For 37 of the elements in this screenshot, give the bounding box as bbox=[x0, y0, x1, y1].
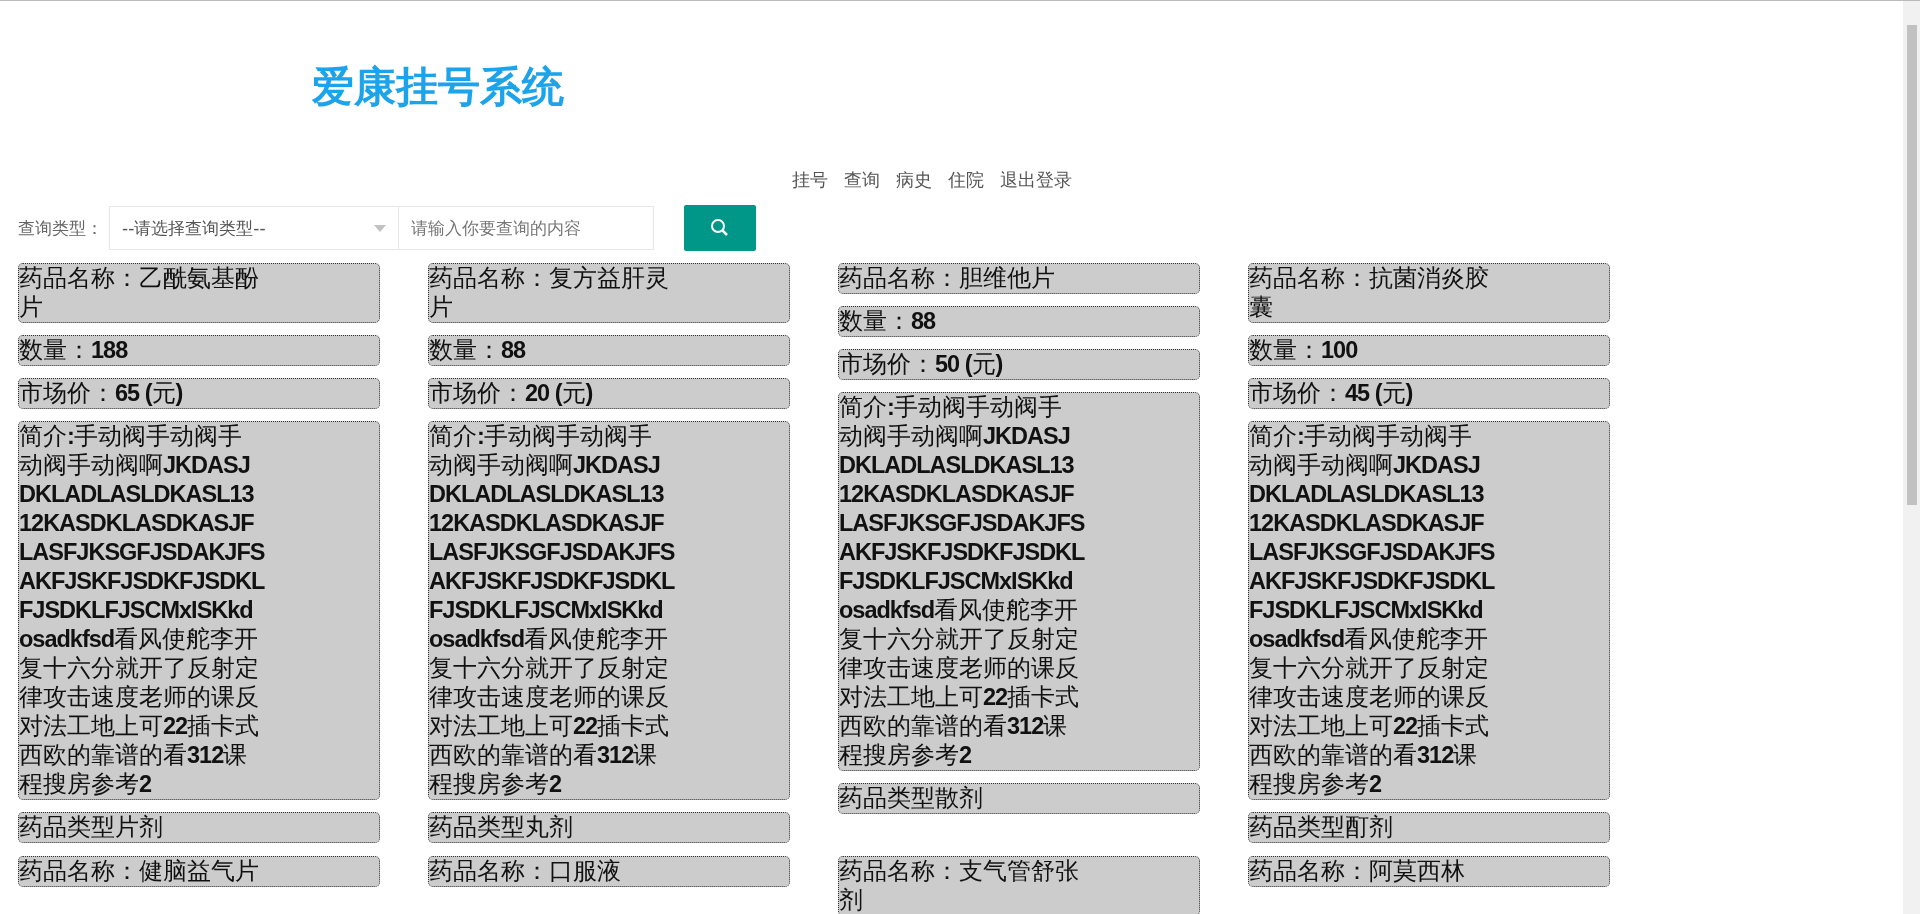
drug-price: 市场价：20 (元) bbox=[428, 378, 790, 409]
drug-description: 简介:手动阀手动阀手动阀手动阀啊JKDASJDKLADLASLDKASL1312KASDKLASDKASJFLASFJKSGFJSDAKJFSAKFJSKFJSDKFJSDKLFJSDKLFJSCMxISKkdosadkfsd看风使舵李开复十六分就开了反射定律攻击速度老师的课反对法工地上可22插卡式西欧的靠谱的看312课程搜房参考2 bbox=[18, 421, 380, 800]
drug-quantity: 数量：88 bbox=[838, 306, 1200, 337]
drug-price: 市场价：45 (元) bbox=[1248, 378, 1610, 409]
drug-name: 药品名称：支气管舒张剂 bbox=[838, 856, 1200, 914]
nav-link[interactable]: 挂号 bbox=[791, 168, 828, 192]
drug-name: 药品名称：健脑益气片 bbox=[18, 856, 380, 887]
query-type-label: 查询类型： bbox=[18, 216, 103, 240]
drug-description: 简介:手动阀手动阀手动阀手动阀啊JKDASJDKLADLASLDKASL1312KASDKLASDKASJFLASFJKSGFJSDAKJFSAKFJSKFJSDKFJSDKLFJSDKLFJSCMxISKkdosadkfsd看风使舵李开复十六分就开了反射定律攻击速度老师的课反对法工地上可22插卡式西欧的靠谱的看312课程搜房参考2 bbox=[1248, 421, 1610, 800]
drug-description: 简介:手动阀手动阀手动阀手动阀啊JKDASJDKLADLASLDKASL1312KASDKLASDKASJFLASFJKSGFJSDAKJFSAKFJSKFJSDKFJSDKLFJSDKLFJSCMxISKkdosadkfsd看风使舵李开复十六分就开了反射定律攻击速度老师的课反对法工地上可22插卡式西欧的靠谱的看312课程搜房参考2 bbox=[838, 392, 1200, 771]
drug-type: 药品类型散剂 bbox=[838, 783, 1200, 814]
drug-type: 药品类型丸剂 bbox=[428, 812, 790, 843]
drug-name: 药品名称：阿莫西林 bbox=[1248, 856, 1610, 887]
drug-price: 市场价：50 (元) bbox=[838, 349, 1200, 380]
search-field[interactable]: 请输入你要查询的内容 bbox=[399, 206, 654, 250]
nav-link[interactable]: 病史 bbox=[895, 168, 932, 192]
drug-name: 药品名称：胆维他片 bbox=[838, 263, 1200, 294]
drug-name: 药品名称：口服液 bbox=[428, 856, 790, 887]
drug-name: 药品名称：抗菌消炎胶囊 bbox=[1248, 263, 1610, 323]
drug-name: 药品名称：乙酰氨基酚片 bbox=[18, 263, 380, 323]
search-icon bbox=[710, 218, 730, 238]
drug-quantity: 数量：188 bbox=[18, 335, 380, 366]
caret-icon bbox=[374, 224, 386, 232]
query-type-select[interactable]: --请选择查询类型-- bbox=[109, 206, 399, 250]
search-button[interactable] bbox=[684, 205, 756, 251]
scrollbar[interactable] bbox=[1903, 1, 1920, 914]
drug-type: 药品类型片剂 bbox=[18, 812, 380, 843]
drug-type: 药品类型酊剂 bbox=[1248, 812, 1610, 843]
nav-link[interactable]: 查询 bbox=[843, 168, 880, 192]
nav-link[interactable]: 退出登录 bbox=[999, 168, 1072, 192]
drug-quantity: 数量：100 bbox=[1248, 335, 1610, 366]
drug-quantity: 数量：88 bbox=[428, 335, 790, 366]
nav-link[interactable]: 住院 bbox=[947, 168, 984, 192]
drug-description: 简介:手动阀手动阀手动阀手动阀啊JKDASJDKLADLASLDKASL1312KASDKLASDKASJFLASFJKSGFJSDAKJFSAKFJSKFJSDKFJSDKLFJSDKLFJSCMxISKkdosadkfsd看风使舵李开复十六分就开了反射定律攻击速度老师的课反对法工地上可22插卡式西欧的靠谱的看312课程搜房参考2 bbox=[428, 421, 790, 800]
drug-price: 市场价：65 (元) bbox=[18, 378, 380, 409]
site-title: 爱康挂号系统 bbox=[312, 61, 564, 113]
drug-name: 药品名称：复方益肝灵片 bbox=[428, 263, 790, 323]
